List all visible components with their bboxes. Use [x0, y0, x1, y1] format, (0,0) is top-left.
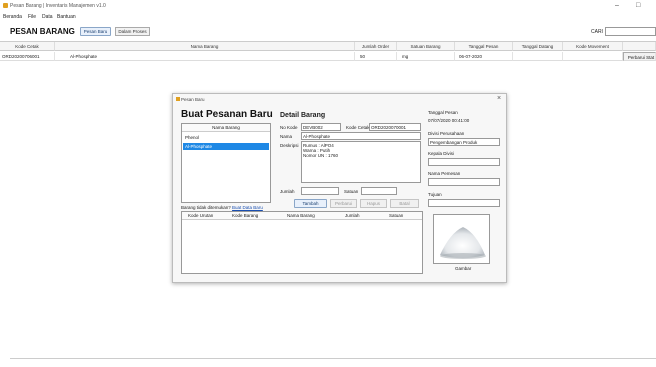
- menu-item-data[interactable]: Data: [42, 14, 53, 20]
- list-header: Nama Barang: [182, 124, 270, 132]
- tanggal-pesan-value: 07/07/2020 00:41:00: [428, 118, 470, 123]
- product-image: [433, 214, 490, 264]
- nama-pemesan-label: Nama Pemesan: [428, 171, 461, 176]
- column-header[interactable]: Nama Barang: [287, 213, 315, 218]
- powder-image-icon: [434, 215, 489, 263]
- menu-item-file[interactable]: File: [28, 14, 36, 20]
- nama-field[interactable]: Al-Phosphate: [301, 132, 421, 140]
- column-header[interactable]: Kode Barang: [232, 213, 258, 218]
- column-header[interactable]: Jumlah Order: [355, 42, 397, 51]
- table-cell-nama-barang[interactable]: Al-Phosphate: [55, 52, 355, 61]
- jumlah-field[interactable]: [301, 187, 339, 195]
- perbarui-status-button[interactable]: Perbarui Stat: [623, 52, 656, 61]
- nama-pemesan-field[interactable]: [428, 178, 500, 186]
- satuan-label: Satuan: [344, 189, 359, 194]
- column-header[interactable]: Kode Urutan: [188, 213, 213, 218]
- table-cell-kode-movement[interactable]: [563, 52, 623, 61]
- column-header[interactable]: Kode Cetak: [0, 42, 55, 51]
- column-header[interactable]: Kode Movement: [563, 42, 623, 51]
- jumlah-label: Jumlah: [280, 189, 295, 194]
- dalam-proses-button[interactable]: Dalam Proses: [115, 27, 150, 36]
- satuan-field[interactable]: [361, 187, 397, 195]
- table-cell-satuan[interactable]: mg: [397, 52, 455, 61]
- kode-cetak-field[interactable]: ORD2020070001: [369, 123, 421, 131]
- pesan-baru-dialog: Pesan Baru × Buat Pesanan Baru Nama Bara…: [172, 93, 507, 283]
- nama-label: Nama: [280, 134, 293, 139]
- column-header[interactable]: Tanggal Pesan: [455, 42, 513, 51]
- menu-bar: Beranda File Data Bantuan: [0, 13, 656, 22]
- menu-item-beranda[interactable]: Beranda: [3, 14, 22, 20]
- no-kode-label: No Kode: [280, 125, 298, 130]
- deskripsi-field[interactable]: Rumus : AlPO4 Warna : Putih Nomor UN : 1…: [301, 141, 421, 183]
- no-kode-field[interactable]: DEVB002: [301, 123, 341, 131]
- column-header[interactable]: Tanggal Datang: [513, 42, 563, 51]
- app-icon: [3, 3, 8, 8]
- status-bar: [10, 358, 656, 364]
- divisi-label: Divisi Perusahaan: [428, 131, 465, 136]
- tujuan-field[interactable]: [428, 199, 500, 207]
- orders-grid: Kode Cetak Nama Barang Jumlah Order Satu…: [0, 41, 656, 61]
- dialog-heading: Buat Pesanan Baru: [181, 109, 273, 120]
- pesan-baru-button[interactable]: Pesan Baru: [80, 27, 111, 36]
- batal-button[interactable]: Batal: [390, 199, 419, 208]
- detail-heading: Detail Barang: [280, 112, 326, 119]
- column-header[interactable]: Jumlah: [345, 213, 360, 218]
- window-title: Pesan Barang | Inventaris Manajemen v1.0: [10, 3, 106, 9]
- maximize-button[interactable]: □: [636, 2, 640, 9]
- barang-listbox[interactable]: Nama Barang Phenol Al-Phosphate: [181, 123, 271, 203]
- column-header[interactable]: Satuan Barang: [397, 42, 455, 51]
- deskripsi-label: Deskripsi: [280, 143, 299, 148]
- dialog-icon: [176, 97, 180, 101]
- tujuan-label: Tujuan: [428, 192, 442, 197]
- hapus-button[interactable]: Hapus: [360, 199, 387, 208]
- search-input[interactable]: [605, 27, 656, 36]
- table-cell-tanggal-datang[interactable]: [513, 52, 563, 61]
- table-cell-tanggal-pesan[interactable]: 06-07-2020: [455, 52, 513, 61]
- table-header: Kode Urutan Kode Barang Nama Barang Juml…: [182, 212, 422, 220]
- list-item-phenol[interactable]: Phenol: [183, 134, 269, 141]
- gambar-label: Gambar: [455, 266, 472, 271]
- tanggal-pesan-label: Tanggal Pesan: [428, 110, 458, 115]
- not-found-text: Barang tidak ditemukan? Buat Data Baru: [181, 205, 263, 210]
- table-cell-jumlah[interactable]: 50: [355, 52, 397, 61]
- kode-cetak-label: Kode Cetak: [346, 125, 370, 130]
- search-label: CARI: [591, 29, 603, 35]
- page-title: PESAN BARANG: [10, 27, 75, 36]
- kepala-divisi-label: Kepala Divisi: [428, 151, 455, 156]
- perbarui-button[interactable]: Perbarui: [330, 199, 357, 208]
- menu-item-bantuan[interactable]: Bantuan: [57, 14, 76, 20]
- close-icon[interactable]: ×: [497, 95, 501, 102]
- column-header[interactable]: Satuan: [389, 213, 403, 218]
- table-cell-kode-cetak[interactable]: ORD20200706001: [0, 52, 55, 61]
- minimize-button[interactable]: –: [615, 2, 619, 9]
- kepala-divisi-field[interactable]: [428, 158, 500, 166]
- divisi-field[interactable]: Pengembangan Produk: [428, 138, 500, 146]
- buat-data-baru-link[interactable]: Buat Data Baru: [232, 205, 263, 210]
- tambah-button[interactable]: Tambah: [294, 199, 327, 208]
- list-item-al-phosphate[interactable]: Al-Phosphate: [183, 143, 269, 150]
- pesanan-table[interactable]: Kode Urutan Kode Barang Nama Barang Juml…: [181, 211, 423, 274]
- title-bar: Pesan Barang | Inventaris Manajemen v1.0…: [0, 0, 656, 12]
- dialog-title: Pesan Baru: [181, 97, 205, 102]
- column-header-blank: [623, 42, 656, 51]
- column-header[interactable]: Nama Barang: [55, 42, 355, 51]
